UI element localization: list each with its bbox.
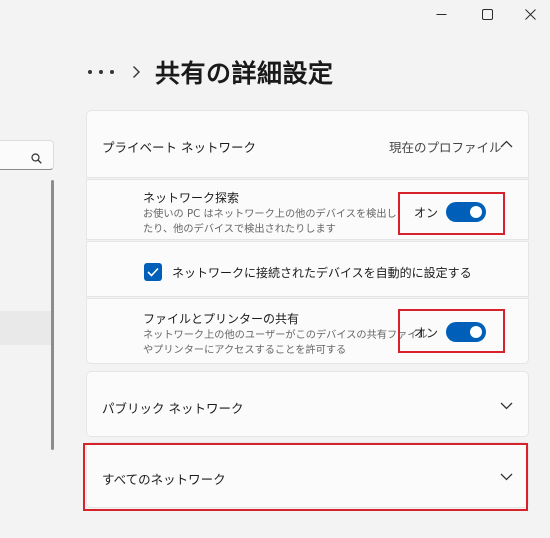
public-network-header[interactable]: パブリック ネットワーク [86, 371, 529, 437]
chevron-right-icon [133, 66, 140, 78]
auto-setup-checkbox[interactable] [144, 263, 162, 281]
highlight-network-discovery-toggle [398, 192, 505, 235]
sidebar-item-selected[interactable] [0, 311, 54, 345]
chevron-down-icon[interactable] [500, 402, 513, 410]
sidebar [0, 0, 64, 538]
maximize-button[interactable] [476, 6, 498, 22]
network-discovery-desc-line1: お使いの PC はネットワーク上の他のデバイスを検出し [143, 209, 397, 220]
search-input[interactable] [0, 140, 54, 170]
profile-status-label: 現在のプロファイル [389, 140, 502, 155]
chevron-up-icon[interactable] [500, 140, 513, 148]
private-network-header[interactable]: プライベート ネットワーク 現在のプロファイル [86, 110, 529, 178]
checkmark-icon [147, 267, 159, 277]
sidebar-scrollbar[interactable] [51, 180, 54, 450]
auto-setup-row: ネットワークに接続されたデバイスを自動的に設定する [86, 241, 529, 297]
search-icon [31, 149, 42, 168]
file-printer-sharing-title: ファイルとプリンターの共有 [143, 312, 300, 326]
file-printer-sharing-desc-line2: やプリンターにアクセスすることを許可する [143, 345, 347, 356]
close-button[interactable] [519, 6, 541, 22]
close-icon [524, 8, 536, 20]
network-discovery-title: ネットワーク探索 [143, 191, 240, 205]
network-discovery-desc-line2: たり、他のデバイスで検出されたりします [143, 224, 336, 235]
page-title: 共有の詳細設定 [155, 59, 334, 88]
minimize-button[interactable] [430, 6, 452, 22]
public-network-label: パブリック ネットワーク [102, 401, 244, 416]
minimize-icon [436, 13, 446, 15]
file-printer-sharing-desc-line1: ネットワーク上の他のユーザーがこのデバイスの共有ファイル [143, 330, 428, 341]
maximize-icon [481, 8, 493, 20]
more-icon[interactable] [88, 62, 114, 82]
breadcrumb: 共有の詳細設定 [88, 52, 334, 92]
auto-setup-label: ネットワークに接続されたデバイスを自動的に設定する [172, 266, 472, 280]
private-network-label: プライベート ネットワーク [102, 140, 256, 155]
highlight-file-sharing-toggle [398, 309, 505, 353]
highlight-all-networks [83, 443, 528, 511]
